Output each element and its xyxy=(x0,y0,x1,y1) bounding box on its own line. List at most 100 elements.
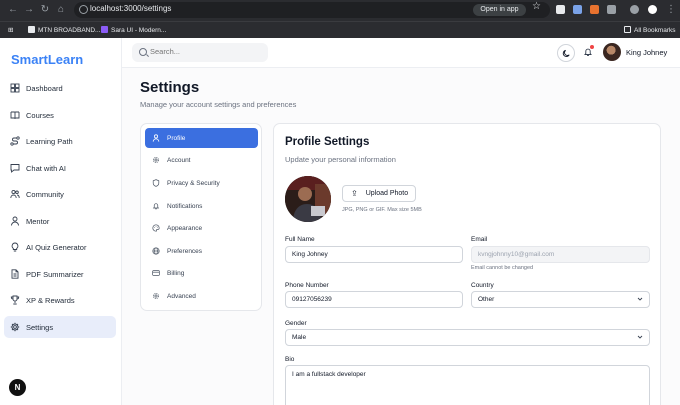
settings-tab-billing[interactable]: Billing xyxy=(145,263,258,283)
section-subtitle: Update your personal information xyxy=(285,155,396,164)
more-menu-icon[interactable]: ⋮ xyxy=(664,3,678,17)
chevron-down-icon xyxy=(637,335,643,339)
user-icon xyxy=(10,216,20,226)
url-text: localhost:3000/settings xyxy=(90,4,172,13)
sidebar-item-community[interactable]: Community xyxy=(4,183,116,205)
full-name-label: Full Name xyxy=(285,236,315,243)
palette-icon xyxy=(152,224,160,232)
profile-icon[interactable] xyxy=(630,5,639,14)
upload-photo-label: Upload Photo xyxy=(365,190,409,197)
settings-tab-label: Profile xyxy=(167,134,186,142)
sidebar-item-ai-quiz-generator[interactable]: AI Quiz Generator xyxy=(4,236,116,258)
country-select[interactable]: Other xyxy=(471,291,650,308)
bio-textarea[interactable]: I am a fullstack developer xyxy=(285,365,650,405)
settings-tab-label: Account xyxy=(167,156,191,164)
globe-icon xyxy=(152,247,160,255)
reload-icon[interactable]: ↻ xyxy=(38,3,52,17)
sidebar-item-chat-with-ai[interactable]: Chat with AI xyxy=(4,157,116,179)
gear-icon xyxy=(152,292,160,300)
settings-tab-privacy-security[interactable]: Privacy & Security xyxy=(145,173,258,193)
sidebar-item-label: XP & Rewards xyxy=(26,295,75,305)
main-content: Settings Manage your account settings an… xyxy=(122,68,680,405)
settings-tab-appearance[interactable]: Appearance xyxy=(145,218,258,238)
shield-icon xyxy=(152,179,160,187)
settings-menu: Profile Account Privacy & Security Notif… xyxy=(140,123,262,311)
section-title: Profile Settings xyxy=(285,136,370,148)
sidebar-item-label: Dashboard xyxy=(26,83,63,93)
users-icon xyxy=(10,189,20,199)
sidebar-item-pdf-summarizer[interactable]: PDF Summarizer xyxy=(4,263,116,285)
address-bar[interactable]: localhost:3000/settings Open in app xyxy=(74,2,550,18)
sidebar-item-settings[interactable]: Settings xyxy=(4,316,116,338)
settings-tab-label: Notifications xyxy=(167,202,203,210)
bookmark-item[interactable]: MTN BROADBAND... xyxy=(28,26,100,34)
extension-icon[interactable] xyxy=(573,5,582,14)
gender-value: Male xyxy=(292,334,307,341)
sidebar-item-mentor[interactable]: Mentor xyxy=(4,210,116,232)
settings-tab-label: Billing xyxy=(167,269,185,277)
sidebar-item-label: Settings xyxy=(26,322,54,332)
app: SmartLearn Dashboard Courses Learning Pa… xyxy=(0,38,680,405)
extension-icon[interactable] xyxy=(556,5,565,14)
sidebar-item-label: Community xyxy=(26,189,64,199)
profile-settings-card: Profile Settings Update your personal in… xyxy=(273,123,661,405)
sidebar-item-xp-rewards[interactable]: XP & Rewards xyxy=(4,289,116,311)
book-icon xyxy=(10,110,20,120)
apps-grid-icon[interactable]: ⊞ xyxy=(8,26,13,34)
settings-tab-preferences[interactable]: Preferences xyxy=(145,241,258,261)
gender-label: Gender xyxy=(285,320,307,327)
forward-icon[interactable]: → xyxy=(22,3,36,17)
sidebar-item-courses[interactable]: Courses xyxy=(4,104,116,126)
dashboard-icon xyxy=(10,83,20,93)
bookmark-item[interactable]: Sara UI - Modern... xyxy=(101,26,166,34)
settings-tab-account[interactable]: Account xyxy=(145,150,258,170)
settings-tab-advanced[interactable]: Advanced xyxy=(145,286,258,306)
email-label: Email xyxy=(471,236,488,243)
folder-icon xyxy=(624,26,631,33)
bookmark-label: Sara UI - Modern... xyxy=(111,27,167,34)
sidebar-item-dashboard[interactable]: Dashboard xyxy=(4,77,116,99)
gender-select[interactable]: Male xyxy=(285,329,650,346)
sidebar-item-label: Courses xyxy=(26,110,54,120)
app-logo[interactable]: SmartLearn xyxy=(11,52,83,67)
home-icon[interactable]: ⌂ xyxy=(54,3,68,17)
sidebar-item-label: Mentor xyxy=(26,216,50,226)
search-box[interactable] xyxy=(132,43,268,62)
settings-tab-label: Appearance xyxy=(167,224,203,232)
user-name[interactable]: King Johney xyxy=(626,48,667,57)
sidebar-item-label: AI Quiz Generator xyxy=(26,242,87,252)
email-field[interactable]: kvngjohnny10@gmail.com xyxy=(471,246,650,263)
notification-dot xyxy=(590,45,594,49)
bookmark-star-icon[interactable]: ☆ xyxy=(532,1,541,12)
sidebar-item-label: Learning Path xyxy=(26,136,73,146)
phone-field[interactable]: 09127056239 xyxy=(285,291,463,308)
sidebar-item-learning-path[interactable]: Learning Path xyxy=(4,130,116,152)
browser-profile-avatar[interactable] xyxy=(648,5,657,14)
site-info-icon[interactable] xyxy=(79,5,88,14)
bookmarks-bar: ⊞ MTN BROADBAND... Sara UI - Modern... A… xyxy=(0,21,680,38)
extensions-puzzle-icon[interactable] xyxy=(607,5,616,14)
back-icon[interactable]: ← xyxy=(6,3,20,17)
avatar[interactable] xyxy=(603,43,621,61)
extension-icon[interactable] xyxy=(590,5,599,14)
chat-icon xyxy=(10,163,20,173)
sidebar-item-label: PDF Summarizer xyxy=(26,269,84,279)
sidebar-item-label: Chat with AI xyxy=(26,163,67,173)
settings-tab-label: Advanced xyxy=(167,292,196,300)
bio-label: Bio xyxy=(285,356,295,363)
search-icon xyxy=(139,48,147,56)
upload-photo-button[interactable]: ⇪ Upload Photo xyxy=(342,185,416,202)
upload-icon: ⇪ xyxy=(351,189,358,198)
country-value: Other xyxy=(478,296,495,303)
open-in-app-button[interactable]: Open in app xyxy=(473,4,526,16)
theme-toggle-button[interactable] xyxy=(557,44,575,62)
next-dev-badge[interactable]: N xyxy=(9,379,26,396)
sidebar: SmartLearn Dashboard Courses Learning Pa… xyxy=(0,38,122,405)
moon-icon xyxy=(562,49,570,57)
settings-tab-profile[interactable]: Profile xyxy=(145,128,258,148)
settings-tab-notifications[interactable]: Notifications xyxy=(145,196,258,216)
all-bookmarks[interactable]: All Bookmarks xyxy=(624,26,676,34)
search-input[interactable] xyxy=(150,47,260,56)
full-name-field[interactable]: King Johney xyxy=(285,246,463,263)
page-subtitle: Manage your account settings and prefere… xyxy=(140,100,297,109)
